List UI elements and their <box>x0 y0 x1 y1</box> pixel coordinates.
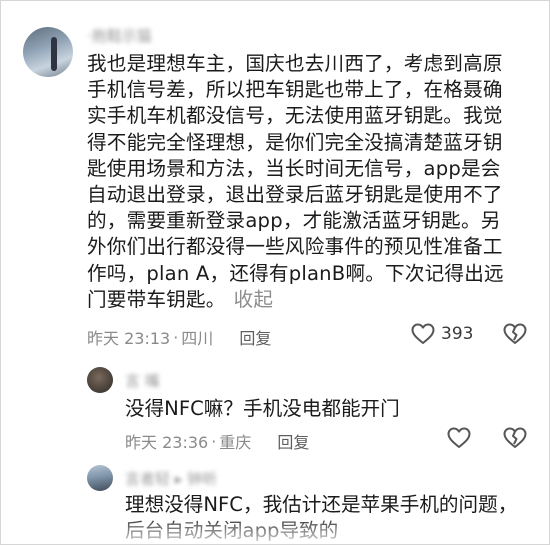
reply-button[interactable]: 回复 <box>277 429 309 453</box>
like-button[interactable]: 393 <box>411 323 473 345</box>
broken-heart-icon <box>503 323 527 344</box>
comment-text: 我也是理想车主，国庆也去川西了，考虑到高原手机信号差，所以把车钥匙也带上了，在格… <box>87 51 507 313</box>
reply-meta: 昨天 23:36 · 重庆 回复 <box>125 429 309 453</box>
reply-username[interactable]: 言者轻 ▸ 钟听 <box>125 468 217 489</box>
like-button[interactable] <box>447 427 471 449</box>
reply-time: 昨天 23:36 <box>125 433 209 452</box>
comment-body: 我也是理想车主，国庆也去川西了，考虑到高原手机信号差，所以把车钥匙也带上了，在格… <box>87 52 504 311</box>
comment-username[interactable]: ·抱鞋示猫 <box>87 25 152 46</box>
broken-heart-icon <box>503 427 527 448</box>
reply-avatar[interactable] <box>87 367 113 393</box>
comment-meta: 昨天 23:13 · 四川 回复 <box>87 325 271 349</box>
heart-outline-icon <box>411 323 435 344</box>
comment-location: 四川 <box>181 329 214 348</box>
reply-button[interactable]: 回复 <box>239 325 271 349</box>
reply-avatar[interactable] <box>87 465 113 491</box>
meta-separator: · <box>211 431 217 451</box>
meta-separator: · <box>173 327 179 347</box>
like-count: 393 <box>441 324 474 344</box>
comment-time: 昨天 23:13 <box>87 329 171 348</box>
user-avatar[interactable] <box>23 27 73 77</box>
bottom-fade <box>1 514 549 544</box>
comment-panel: ·抱鞋示猫 我也是理想车主，国庆也去川西了，考虑到高原手机信号差，所以把车钥匙也… <box>0 0 550 545</box>
reply-location: 重庆 <box>219 433 252 452</box>
collapse-link[interactable]: 收起 <box>234 288 274 311</box>
dislike-button[interactable] <box>503 323 527 345</box>
reply-username[interactable]: 言 嘴 <box>125 370 160 391</box>
reply-text: 没得NFC嘛？手机没电都能开门 <box>125 397 400 420</box>
heart-outline-icon <box>447 427 471 448</box>
dislike-button[interactable] <box>503 427 527 449</box>
